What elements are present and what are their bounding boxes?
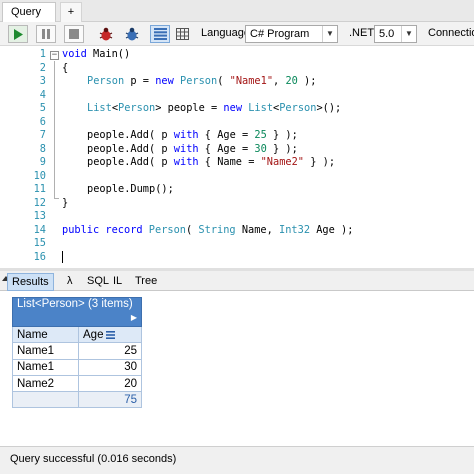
line-number: 16 [33, 250, 46, 263]
column-header-name[interactable]: Name [12, 325, 79, 344]
table-row: Name1 25 [12, 342, 142, 360]
line-number: 15 [33, 237, 46, 249]
code-line-3: Person p = new Person( "Name1", 20 ); [87, 75, 317, 87]
line-number: 7 [39, 129, 46, 141]
code-line-5: List<Person> people = new List<Person>()… [87, 102, 342, 114]
dotnet-version-value: 5.0 [379, 28, 395, 40]
cell-name: Name1 [12, 342, 79, 360]
results-rich-text-toggle[interactable] [150, 25, 170, 43]
execute-button[interactable] [8, 25, 28, 43]
profiler-button[interactable] [122, 25, 142, 43]
line-number: 10 [33, 169, 46, 182]
table-caption: List<Person> (3 items) [17, 298, 133, 310]
cell-name: Name1 [12, 358, 79, 376]
line-number: 4 [39, 88, 46, 101]
code-line-11: people.Dump(); [87, 183, 174, 195]
tab-tree[interactable]: Tree [131, 273, 161, 291]
tab-results[interactable]: Results [7, 273, 54, 291]
results-tab-bar: Results λ SQL IL Tree [0, 271, 474, 291]
fold-guide [54, 61, 55, 198]
code-line-1: void Main() [62, 48, 131, 60]
pause-button[interactable] [36, 25, 56, 43]
status-bar: Query successful (0.016 seconds) [0, 446, 474, 474]
chevron-down-icon: ▼ [401, 26, 416, 42]
line-number: 9 [39, 156, 46, 168]
code-line-8: people.Add( p with { Age = 30 } ); [87, 142, 298, 155]
fold-guide-end [54, 198, 59, 199]
new-query-tab-button[interactable]: + [60, 2, 82, 22]
tab-il[interactable]: IL [109, 273, 126, 291]
cell-age: 30 [78, 358, 142, 376]
language-label: Language [201, 27, 250, 39]
line-number: 8 [39, 142, 46, 155]
stop-icon [69, 29, 79, 39]
results-grid-toggle[interactable] [172, 25, 192, 43]
language-select-value: C# Program [250, 28, 310, 40]
bug-red-icon [99, 27, 113, 41]
line-number: 6 [39, 115, 46, 128]
bug-blue-icon [125, 27, 139, 41]
language-select[interactable]: C# Program ▼ [245, 25, 338, 43]
play-icon [14, 28, 23, 40]
chevron-down-icon: ▼ [322, 26, 337, 42]
code-line-2: { [62, 61, 69, 74]
dump-table: List<Person> (3 items) ▶ Name Age Name1 … [12, 297, 142, 409]
line-number: 11 [33, 183, 46, 195]
fold-toggle-main[interactable]: − [50, 51, 59, 60]
code-line-7: people.Add( p with { Age = 25 } ); [87, 129, 298, 141]
dotnet-version-select[interactable]: 5.0 ▼ [374, 25, 417, 43]
table-header-row: Name Age [12, 325, 142, 344]
cell-age-total: 75 [78, 391, 142, 409]
tab-lambda[interactable]: λ [63, 273, 77, 291]
cell-total-empty [12, 391, 79, 409]
line-number-gutter: 1 2 3 4 5 6 7 8 9 10 11 12 13 14 15 16 [0, 46, 50, 270]
table-row: Name1 30 [12, 358, 142, 376]
line-number: 14 [33, 223, 46, 236]
cell-age: 20 [78, 374, 142, 393]
cell-age: 25 [78, 342, 142, 360]
toolbar: Language C# Program ▼ .NET 5.0 ▼ Connect… [0, 22, 474, 46]
table-caption-row[interactable]: List<Person> (3 items) ▶ [12, 297, 142, 327]
line-number: 1 [39, 48, 46, 60]
list-view-icon [153, 28, 167, 40]
dotnet-label: .NET [349, 27, 375, 39]
line-number: 3 [39, 75, 46, 87]
connection-label[interactable]: Connectio [428, 27, 474, 39]
stop-button[interactable] [64, 25, 84, 43]
caret-right-icon[interactable]: ▶ [131, 310, 137, 326]
column-header-age[interactable]: Age [78, 325, 142, 344]
text-caret [62, 251, 63, 263]
totals-icon[interactable] [106, 330, 116, 339]
table-row: Name2 20 [12, 374, 142, 393]
tab-query-1[interactable]: Query 1* [2, 2, 56, 37]
status-text: Query successful (0.016 seconds) [10, 453, 177, 465]
line-number: 5 [39, 102, 46, 114]
line-number: 13 [33, 210, 46, 222]
line-number: 2 [39, 61, 46, 74]
grid-view-icon [175, 28, 189, 40]
query-tab-strip: Query 1* + [0, 0, 474, 37]
code-line-14: public record Person( String Name, Int32… [62, 223, 354, 236]
code-editor[interactable]: 1 2 3 4 5 6 7 8 9 10 11 12 13 14 15 16 − void Main() { … [0, 46, 474, 270]
debug-button[interactable] [96, 25, 116, 43]
pause-icon [42, 29, 50, 39]
code-line-12: } [62, 196, 69, 209]
line-number: 12 [33, 196, 46, 209]
cell-name: Name2 [12, 374, 79, 393]
table-total-row: 75 [12, 391, 142, 409]
code-line-9: people.Add( p with { Name = "Name2" } ); [87, 156, 336, 168]
results-panel: List<Person> (3 items) ▶ Name Age Name1 … [0, 291, 474, 446]
